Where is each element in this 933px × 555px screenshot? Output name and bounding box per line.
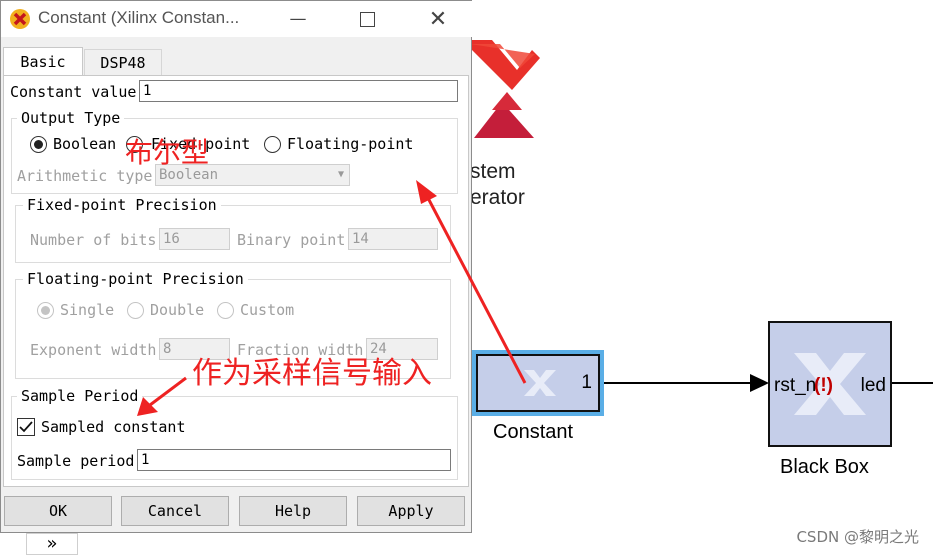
annotation-arrows bbox=[137, 180, 527, 416]
sample-annotation: 作为采样信号输入 bbox=[192, 356, 432, 391]
arrow-line-upper bbox=[426, 197, 527, 384]
arrow-head-upper-icon bbox=[416, 180, 437, 204]
arrow-line-lower bbox=[149, 376, 187, 407]
boolean-annotation: 布尔型 bbox=[125, 136, 210, 169]
